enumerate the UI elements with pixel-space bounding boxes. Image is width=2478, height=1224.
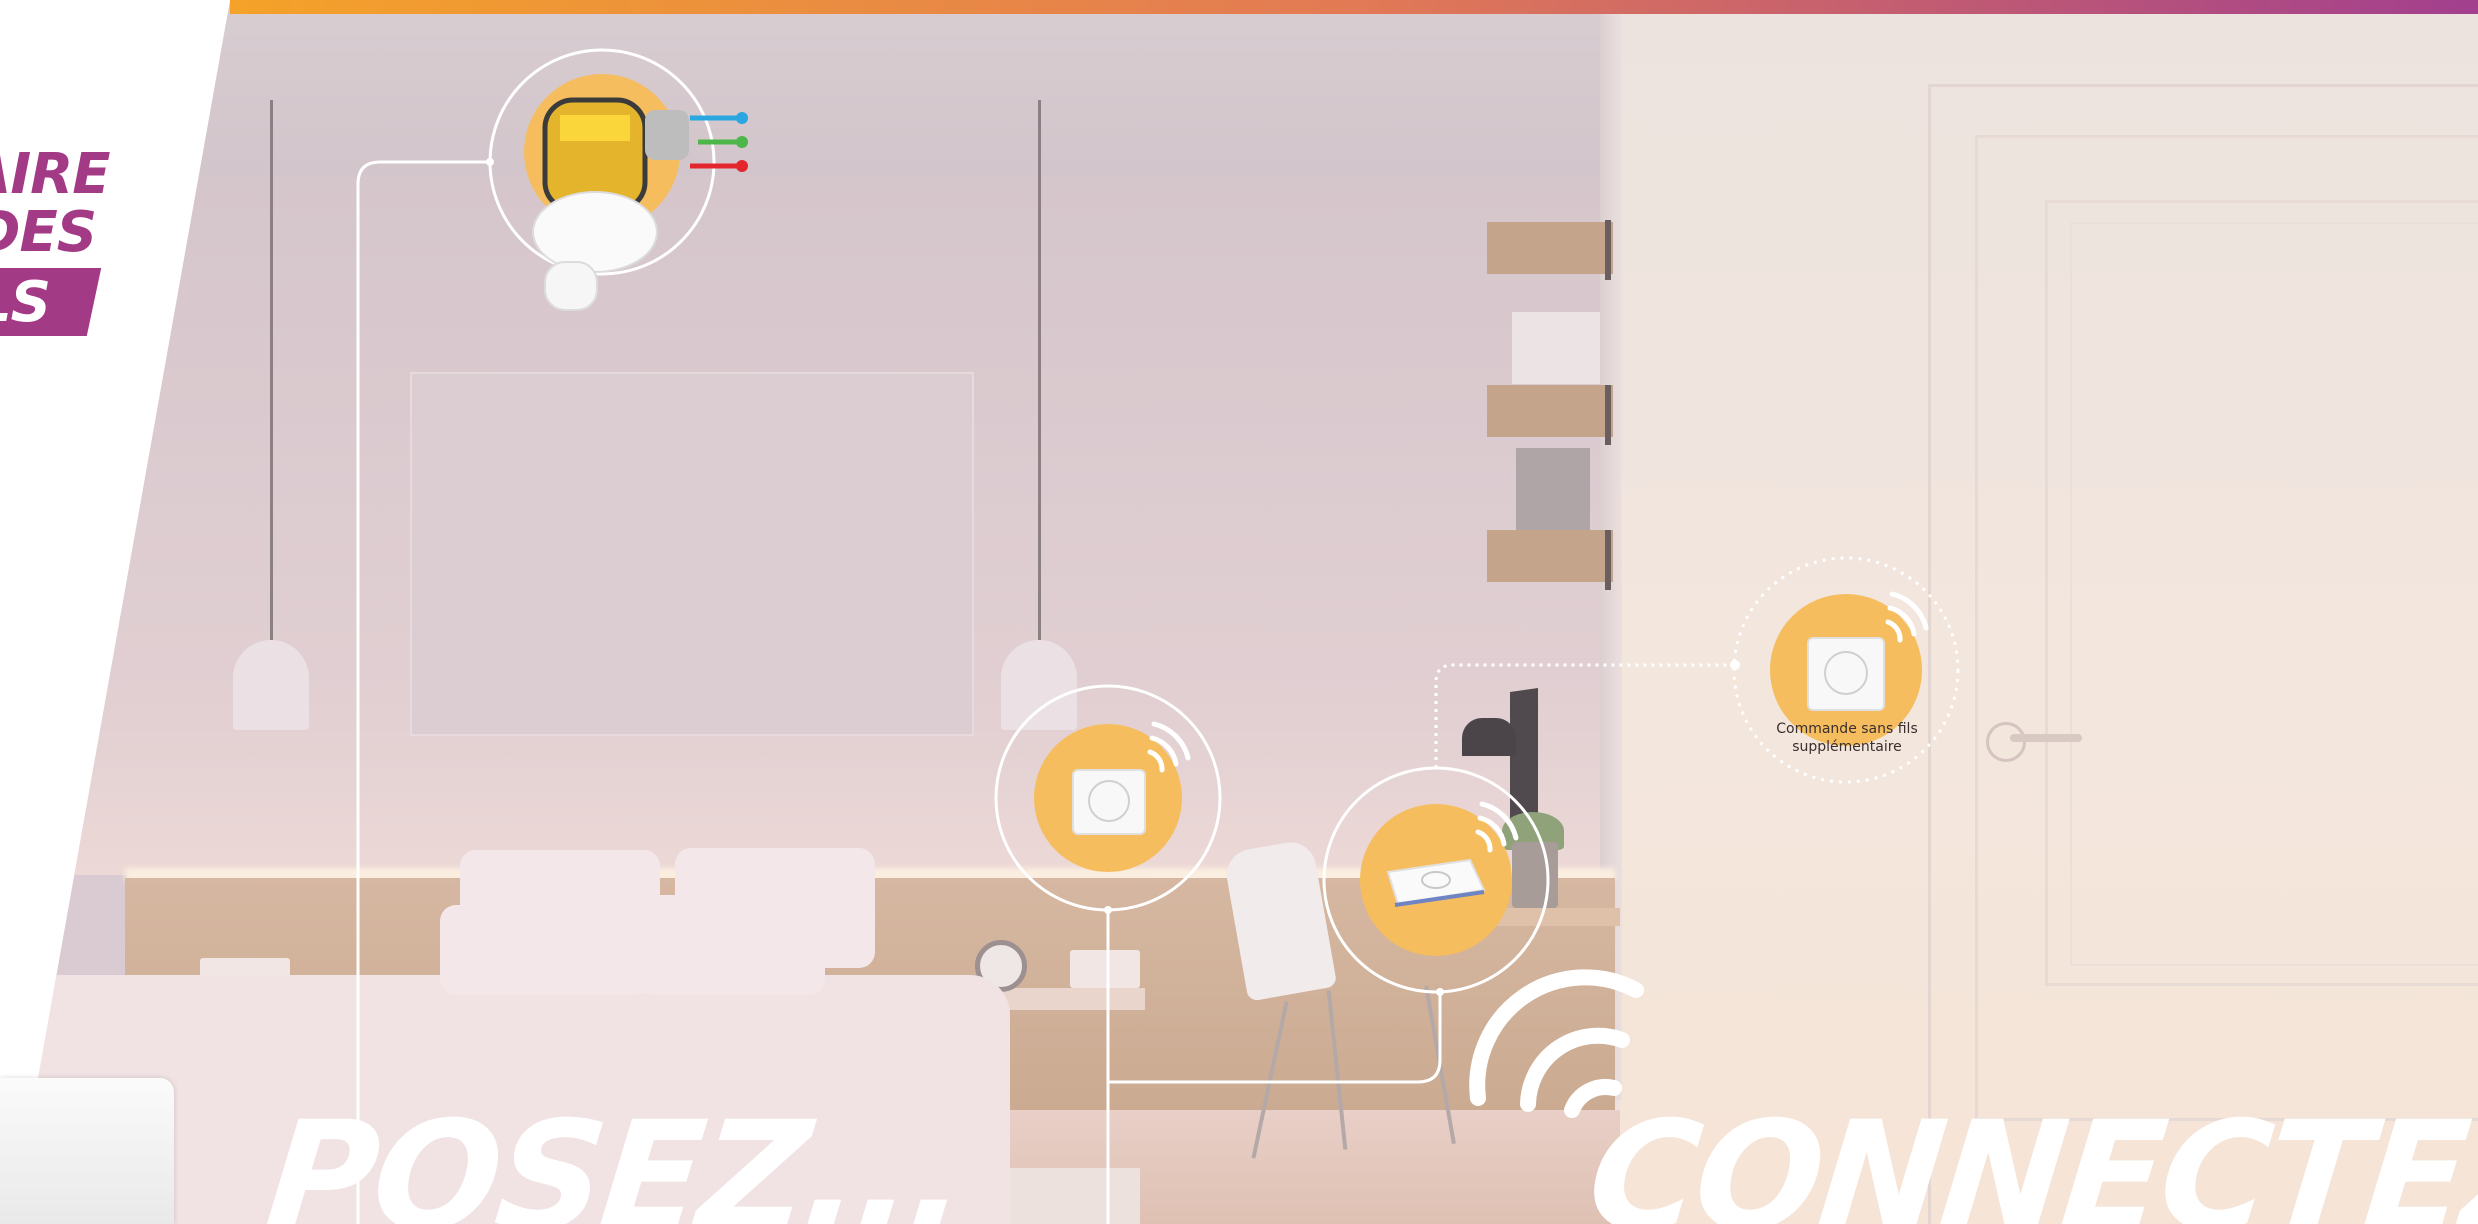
top-gradient-bar bbox=[230, 0, 2478, 14]
wire-red-end bbox=[736, 160, 748, 172]
lamp-module-connector bbox=[645, 110, 689, 160]
switch-plate bbox=[1072, 769, 1146, 835]
headline-posez: POSEZ... bbox=[258, 1090, 973, 1224]
product-box-image bbox=[0, 1078, 174, 1224]
lamp-module-label bbox=[560, 115, 630, 141]
extra-switch-caption: Commande sans fils supplémentaire bbox=[1742, 720, 1952, 756]
lamp-module-base bbox=[532, 191, 658, 273]
wire-blue-end bbox=[736, 112, 748, 124]
extra-switch-caption-line1: Commande sans fils bbox=[1776, 721, 1918, 737]
wire-lamp-to-floor bbox=[356, 160, 490, 1224]
extra-switch-caption-line2: supplémentaire bbox=[1792, 739, 1902, 755]
wire-switch-to-dimmer bbox=[1108, 992, 1442, 1084]
advert-banner: AIRE DES LS bbox=[0, 0, 2478, 1224]
lamp-socket bbox=[544, 261, 598, 311]
wireless-switch-icon bbox=[994, 684, 1222, 912]
headline-connectez: CONNECTEZ ! bbox=[1580, 1090, 2478, 1224]
wire-green-end bbox=[736, 136, 748, 148]
extra-switch-plate bbox=[1807, 637, 1885, 711]
wireless-link-dotted bbox=[1434, 663, 1735, 768]
device-diagram bbox=[356, 48, 1960, 1224]
wireless-dimmer-icon bbox=[1322, 766, 1550, 994]
light-socket-module-icon bbox=[488, 48, 748, 311]
